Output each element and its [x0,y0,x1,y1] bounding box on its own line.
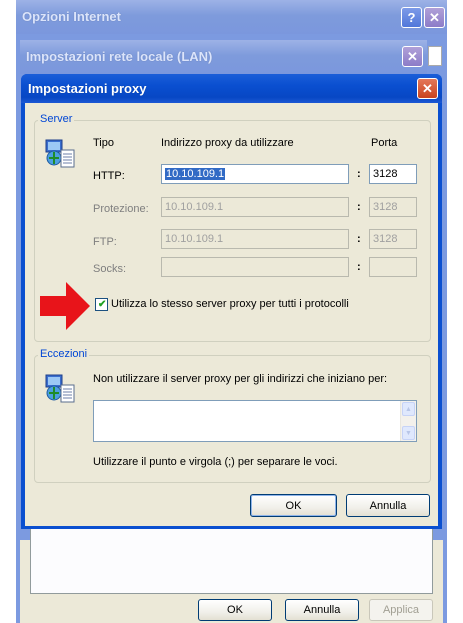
col-port-header: Porta [371,137,398,149]
internet-options-panel [30,522,433,594]
http-address-value: 10.10.109.1 [165,168,226,180]
proxy-settings-titlebar[interactable]: Impostazioni proxy ✕ [21,74,442,103]
http-port-input[interactable]: 3128 [369,164,417,184]
ftp-port-value: 3128 [373,233,398,245]
socks-colon: : [357,261,361,273]
server-group-label: Server [38,113,75,125]
internet-options-apply-button: Applica [369,599,433,621]
protezione-port-input: 3128 [369,197,417,217]
help-icon[interactable]: ? [401,7,422,28]
scroll-down-icon[interactable]: ▼ [402,426,415,440]
exceptions-textarea[interactable]: ▲ ▼ [93,400,417,442]
exceptions-group-label: Eccezioni [38,348,90,360]
http-port-value: 3128 [373,168,398,180]
internet-options-title: Opzioni Internet [22,9,121,24]
close-icon[interactable]: ✕ [402,46,423,67]
exceptions-description: Non utilizzare il server proxy per gli i… [93,373,388,385]
socks-port-input [369,257,417,277]
proxy-cancel-button[interactable]: Annulla [346,494,430,517]
red-arrow-icon [40,282,90,330]
ftp-colon: : [357,233,361,245]
ftp-address-input: 10.10.109.1 [161,229,349,249]
network-computer-icon [44,372,78,409]
lan-side-box [428,46,442,66]
proxy-ok-button[interactable]: OK [250,494,337,517]
close-icon[interactable]: ✕ [417,78,438,99]
protezione-colon: : [357,201,361,213]
exceptions-hint: Utilizzare il punto e virgola (;) per se… [93,456,338,468]
protezione-port-value: 3128 [373,201,398,213]
checkmark-icon: ✔ [98,299,107,310]
lan-settings-titlebar[interactable]: Impostazioni rete locale (LAN) ✕ [20,40,427,74]
same-proxy-label[interactable]: Utilizza lo stesso server proxy per tutt… [111,298,349,310]
http-colon: : [357,168,361,180]
http-label: HTTP: [93,170,125,182]
col-address-header: Indirizzo proxy da utilizzare [161,137,294,149]
protezione-address-input: 10.10.109.1 [161,197,349,217]
protezione-label: Protezione: [93,203,149,215]
internet-options-cancel-button[interactable]: Annulla [285,599,359,621]
exceptions-scrollbar[interactable]: ▲ ▼ [400,401,416,441]
ftp-label: FTP: [93,236,117,248]
socks-address-input [161,257,349,277]
ftp-port-input: 3128 [369,229,417,249]
internet-options-ok-button[interactable]: OK [198,599,272,621]
internet-options-titlebar[interactable]: Opzioni Internet ? ✕ [16,0,447,34]
network-computer-icon [44,137,78,174]
col-type-header: Tipo [93,137,114,149]
lan-settings-title: Impostazioni rete locale (LAN) [26,49,213,64]
proxy-settings-title: Impostazioni proxy [28,81,147,96]
same-proxy-checkbox[interactable]: ✔ [95,298,108,311]
scroll-up-icon[interactable]: ▲ [402,402,415,416]
ftp-address-value: 10.10.109.1 [165,233,224,245]
socks-label: Socks: [93,263,127,275]
protezione-address-value: 10.10.109.1 [165,201,224,213]
http-address-input[interactable]: 10.10.109.1 [161,164,349,184]
close-icon[interactable]: ✕ [424,7,445,28]
